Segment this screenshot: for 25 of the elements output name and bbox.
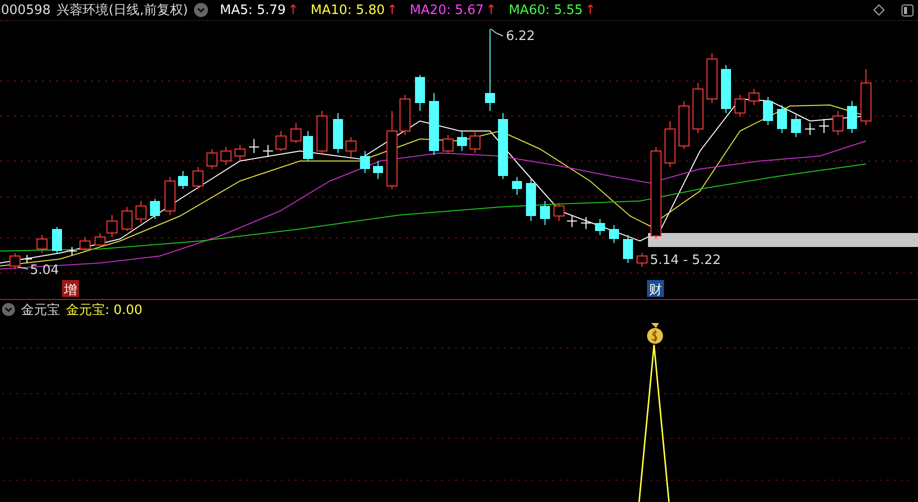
leader-line [490, 28, 504, 36]
signal-badge: 增 [62, 280, 79, 298]
dropdown-icon[interactable] [194, 3, 208, 17]
signal-badge: 财 [647, 280, 664, 298]
indicator-name: 金元宝 [21, 302, 60, 319]
stock-code: 000598 [1, 2, 51, 18]
chart-period: (日线,前复权) [108, 2, 188, 19]
leader-line [18, 266, 28, 270]
indicator-value: 金元宝: 0.00 [66, 302, 142, 319]
trend-arrow: ↑ [288, 2, 299, 18]
price-range-label: 5.14 - 5.22 [650, 253, 721, 268]
stock-name: 兴蓉环境 [56, 2, 109, 19]
money-bag-icon [647, 322, 663, 344]
moving-average-value: MA20: 5.67 [410, 2, 484, 18]
trend-arrow: ↑ [584, 2, 596, 18]
diamond-icon[interactable] [873, 4, 885, 16]
moving-average-value: MA5: 5.79 [220, 2, 286, 18]
trend-arrow: ↑ [386, 2, 398, 18]
moving-average-value: MA10: 5.80 [310, 2, 385, 18]
panel-toggle-icon[interactable] [901, 4, 914, 16]
dropdown-icon[interactable] [2, 303, 15, 316]
low-price-label: 5.04 [30, 263, 59, 278]
trend-arrow: ↑ [486, 2, 497, 18]
moving-average-value: MA60: 5.55 [508, 2, 583, 18]
high-price-label: 6.22 [506, 29, 535, 44]
